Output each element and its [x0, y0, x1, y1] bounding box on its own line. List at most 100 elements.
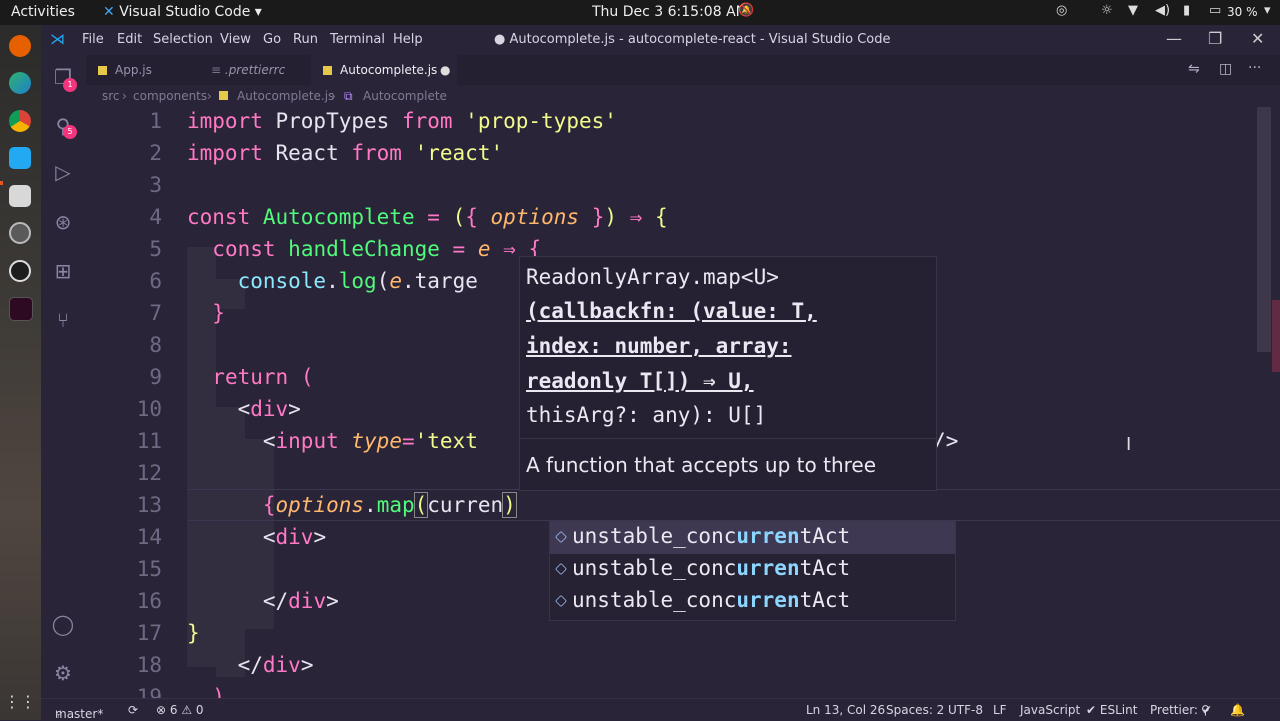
signature-help-popup[interactable]: ReadonlyArray.map<U> (callbackfn: (value…	[519, 256, 937, 491]
breadcrumb-components[interactable]: components	[133, 89, 207, 103]
tweaks-icon[interactable]	[9, 222, 31, 244]
clock[interactable]: Thu Dec 3 6:15:08 AM	[592, 4, 748, 20]
code-line-4: const Autocomplete = ({ options }) ⇒ {	[187, 205, 668, 229]
files-icon[interactable]	[9, 185, 31, 207]
menu-run[interactable]: Run	[293, 32, 318, 47]
grid-icon[interactable]: ⋮⋮	[4, 690, 36, 712]
extensions-icon[interactable]: ⊞	[51, 259, 75, 283]
remote-icon[interactable]: ⑂	[51, 308, 75, 332]
menu-view[interactable]: View	[220, 32, 251, 47]
ubuntu-icon[interactable]: ◎	[1056, 3, 1067, 18]
run-debug-icon[interactable]: ▷	[51, 160, 75, 184]
js-file-icon	[323, 66, 332, 75]
close-icon[interactable]: ✕	[1251, 29, 1264, 48]
live-share-icon[interactable]: ⚲	[1201, 703, 1210, 717]
eslint-status[interactable]: ✔ ESLint	[1086, 703, 1137, 717]
edge-dev-icon[interactable]	[9, 72, 31, 94]
symbol-field-icon	[555, 595, 567, 607]
tab-autocomplete-js[interactable]: Autocomplete.js ●	[311, 55, 457, 85]
menu-edit[interactable]: Edit	[117, 32, 142, 47]
suggestion-item[interactable]: unstable_concurrentAct	[550, 522, 955, 554]
battery-percent: 30 %	[1227, 5, 1258, 19]
line-number: 6	[149, 269, 162, 293]
end-of-line[interactable]: LF	[993, 703, 1007, 717]
system-top-bar: Activities ✕ Visual Studio Code ▾ Thu De…	[0, 0, 1280, 25]
brightness-icon[interactable]: ☼	[1101, 3, 1113, 18]
suggestion-item[interactable]: unstable_concurrentAct	[550, 586, 955, 618]
volume-icon[interactable]: ◀)	[1155, 3, 1170, 18]
bell-icon[interactable]: 🔔	[1230, 703, 1245, 717]
vscode-logo-icon: ⋊	[50, 30, 65, 48]
symbol-field-icon	[555, 531, 567, 543]
settings-gear-icon[interactable]: ⚙	[51, 661, 75, 685]
symbol-field-icon	[555, 563, 567, 575]
line-number: 2	[149, 141, 162, 165]
menu-terminal[interactable]: Terminal	[330, 32, 385, 47]
activities-button[interactable]: Activities	[11, 4, 75, 20]
line-number: 19	[136, 685, 162, 698]
tab-prettierrc[interactable]: ≡ .prettierrc	[199, 55, 311, 85]
vscode-icon[interactable]	[9, 147, 31, 169]
breadcrumb-file[interactable]: Autocomplete.js	[237, 89, 334, 103]
suggestion-match: urren	[736, 556, 800, 580]
suggestion-prefix: unstable_conc	[572, 524, 737, 548]
scm-badge: 5	[63, 125, 77, 139]
split-editor-icon[interactable]: ◫	[1219, 61, 1232, 77]
tab-label: Autocomplete.js	[340, 63, 438, 77]
firefox-icon[interactable]	[9, 35, 31, 57]
window-titlebar: ⋊ File Edit Selection View Go Run Termin…	[41, 25, 1280, 55]
compare-changes-icon[interactable]: ⇋	[1188, 61, 1200, 77]
menu-selection[interactable]: Selection	[153, 32, 213, 47]
app-menu[interactable]: ✕ Visual Studio Code ▾	[103, 4, 262, 20]
sync-icon[interactable]: ⟳	[128, 703, 138, 717]
battery-icon[interactable]: ▭	[1209, 3, 1221, 18]
line-number: 15	[136, 557, 162, 581]
system-menu-chevron-icon[interactable]: ▾	[1264, 3, 1271, 18]
menu-go[interactable]: Go	[263, 32, 281, 47]
menu-help[interactable]: Help	[393, 32, 423, 47]
chrome-icon[interactable]	[9, 110, 31, 132]
more-actions-icon[interactable]: ···	[1248, 60, 1261, 76]
account-icon[interactable]: ◯	[51, 612, 75, 636]
line-number: 8	[149, 333, 162, 357]
signature-line: ReadonlyArray.map<U>	[526, 265, 779, 289]
problems-indicator[interactable]: ⊗ 6 ⚠ 0	[156, 703, 204, 717]
line-number: 18	[136, 653, 162, 677]
signature-doc: A function that accepts up to three	[526, 453, 877, 477]
suggestion-item[interactable]: unstable_concurrentAct	[550, 554, 955, 586]
minimize-icon[interactable]: —	[1166, 29, 1182, 48]
microphone-icon[interactable]: ▮	[1183, 3, 1190, 18]
divider	[520, 438, 936, 439]
active-app-indicator	[0, 181, 3, 185]
line-number: 17	[136, 621, 162, 645]
suggestion-suffix: tAct	[799, 556, 851, 580]
indentation[interactable]: Spaces: 2	[886, 703, 944, 717]
code-line-2: import React from 'react'	[187, 141, 504, 165]
maximize-icon[interactable]: ❐	[1208, 29, 1222, 48]
suggestion-prefix: unstable_conc	[572, 556, 737, 580]
terminal-icon[interactable]	[9, 297, 33, 321]
code-line-18: </div>	[237, 653, 314, 677]
language-mode[interactable]: JavaScript	[1020, 703, 1080, 717]
line-number: 12	[136, 461, 162, 485]
code-line-5: const handleChange = e ⇒ {	[212, 237, 542, 261]
code-line-7: }	[212, 301, 225, 325]
unsaved-dot-icon[interactable]: ●	[440, 55, 450, 85]
encoding[interactable]: UTF-8	[948, 703, 983, 717]
wifi-icon[interactable]: ▼	[1128, 3, 1138, 18]
breadcrumb-src[interactable]: src	[102, 89, 120, 103]
cursor-position[interactable]: Ln 13, Col 26	[806, 703, 885, 717]
breadcrumb-symbol[interactable]: Autocomplete	[363, 89, 447, 103]
code-line-13: {options.map(curren)	[262, 492, 517, 518]
line-number: 16	[136, 589, 162, 613]
vertical-scrollbar[interactable]	[1257, 107, 1271, 352]
suggestion-suffix: tAct	[799, 524, 851, 548]
vscode-app-icon: ✕	[103, 4, 120, 20]
obs-icon[interactable]	[9, 260, 31, 282]
suggestion-list[interactable]: unstable_concurrentAct unstable_concurre…	[549, 521, 956, 621]
menu-file[interactable]: File	[82, 32, 104, 47]
git-graph-icon[interactable]: ⊛	[51, 210, 75, 234]
suggestion-suffix: tAct	[799, 588, 851, 612]
tab-app-js[interactable]: App.js	[86, 55, 199, 85]
breadcrumb-separator: ›	[331, 89, 336, 103]
